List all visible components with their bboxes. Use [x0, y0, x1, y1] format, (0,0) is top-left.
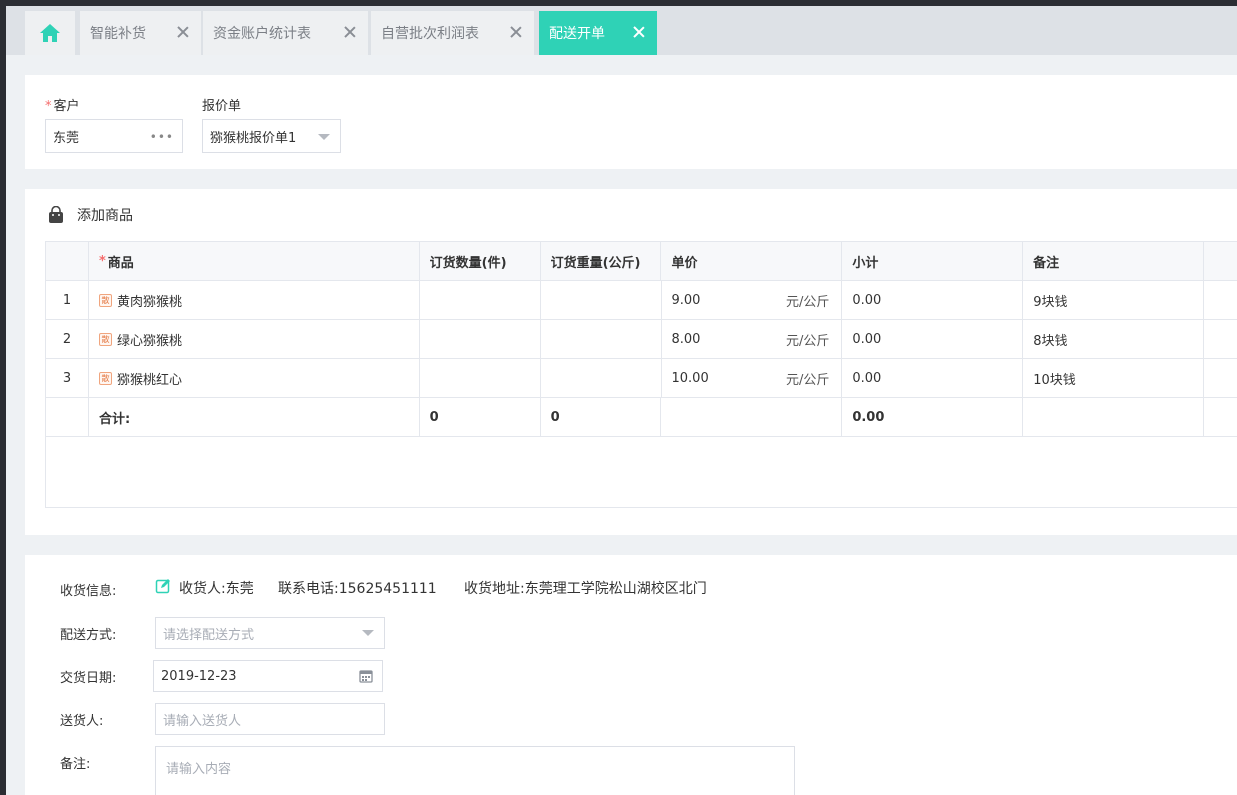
receiver-address: 收货地址:东莞理工学院松山湖校区北门 [464, 581, 707, 597]
tab-smart-restock[interactable]: 智能补货 [80, 11, 201, 55]
price-cell[interactable]: 10.00 元/公斤 [662, 359, 843, 397]
total-weight: 0 [541, 398, 662, 436]
shopping-bag-icon [49, 206, 63, 223]
tab-fund-account-stats[interactable]: 资金账户统计表 [203, 11, 368, 55]
tab-bar: 智能补货 资金账户统计表 自营批次利润表 配送开单 [6, 6, 1237, 55]
close-icon[interactable] [508, 24, 524, 40]
tab-label: 自营批次利润表 [381, 26, 479, 42]
note-cell[interactable]: 8块钱 [1023, 320, 1205, 358]
receiver-name: 收货人:东莞 [179, 581, 254, 597]
col-subtotal: 小计 [842, 242, 1024, 280]
goods-card: 添加商品 * 商品 订货数量(件) 订货重量(公斤) 单价 小计 备注 1 散黄肉… [25, 189, 1237, 535]
chevron-down-icon [318, 134, 330, 140]
courier-input[interactable]: 请输入送货人 [155, 703, 385, 735]
bulk-badge: 散 [98, 332, 112, 346]
customer-label: * 客户 [45, 99, 80, 114]
quote-value: 猕猴桃报价单1 [210, 130, 297, 146]
customer-value: 东莞 [53, 130, 80, 146]
delivery-date-label: 交货日期: [60, 671, 117, 686]
price-cell[interactable]: 9.00 元/公斤 [662, 281, 843, 319]
col-weight: 订货重量(公斤) [541, 242, 662, 280]
quote-label: 报价单 [202, 99, 242, 114]
col-goods: * 商品 [89, 242, 420, 280]
delivery-date-input[interactable]: 2019-12-23 [153, 660, 383, 692]
qty-cell[interactable] [420, 320, 541, 358]
table-row: 2 散绿心猕猴桃 8.00 元/公斤 0.00 8块钱 [46, 320, 1237, 359]
note-label: 备注: [60, 757, 91, 772]
table-row: 1 散黄肉猕猴桃 9.00 元/公斤 0.00 9块钱 [46, 281, 1237, 320]
row-index: 2 [46, 320, 89, 358]
goods-name-cell[interactable]: 散绿心猕猴桃 [89, 320, 420, 358]
weight-cell[interactable] [541, 359, 662, 397]
table-header: * 商品 订货数量(件) 订货重量(公斤) 单价 小计 备注 [46, 242, 1237, 281]
note-cell[interactable]: 9块钱 [1023, 281, 1205, 319]
price-cell[interactable]: 8.00 元/公斤 [662, 320, 843, 358]
delivery-card: 收货信息: 收货人:东莞 联系电话:15625451111 收货地址:东莞理工学… [25, 555, 1237, 795]
goods-table: * 商品 订货数量(件) 订货重量(公斤) 单价 小计 备注 1 散黄肉猕猴桃 9… [45, 241, 1237, 508]
add-goods-title[interactable]: 添加商品 [77, 205, 133, 225]
subtotal-cell: 0.00 [842, 320, 1024, 358]
close-icon[interactable] [342, 24, 358, 40]
subtotal-cell: 0.00 [842, 359, 1024, 397]
row-index: 1 [46, 281, 89, 319]
total-subtotal: 0.00 [842, 398, 1024, 436]
table-empty-area [46, 437, 1237, 507]
total-qty: 0 [420, 398, 541, 436]
main-content: * 客户 东莞 ••• 报价单 猕猴桃报价单1 添加商品 * 商品 订货数量(件) … [6, 55, 1237, 795]
tab-label: 智能补货 [90, 26, 146, 42]
close-icon[interactable] [175, 24, 191, 40]
row-index: 3 [46, 359, 89, 397]
tab-delivery-order[interactable]: 配送开单 [539, 11, 657, 55]
courier-label: 送货人: [60, 714, 104, 729]
subtotal-cell: 0.00 [842, 281, 1024, 319]
more-icon[interactable]: ••• [150, 130, 174, 144]
goods-name-cell[interactable]: 散猕猴桃红心 [89, 359, 420, 397]
tab-label: 配送开单 [549, 26, 605, 42]
total-label: 合计: [89, 398, 420, 436]
qty-cell[interactable] [420, 281, 541, 319]
tab-batch-profit[interactable]: 自营批次利润表 [371, 11, 534, 55]
col-price: 单价 [661, 242, 843, 280]
delivery-method-select[interactable]: 请选择配送方式 [155, 617, 385, 649]
customer-select[interactable]: 东莞 ••• [45, 119, 183, 153]
tab-home[interactable] [25, 11, 75, 55]
edit-icon[interactable] [155, 578, 171, 594]
order-header-card: * 客户 东莞 ••• 报价单 猕猴桃报价单1 [25, 75, 1237, 169]
goods-name-cell[interactable]: 散黄肉猕猴桃 [89, 281, 420, 319]
col-qty: 订货数量(件) [420, 242, 541, 280]
note-cell[interactable]: 10块钱 [1023, 359, 1205, 397]
col-note: 备注 [1023, 242, 1205, 280]
home-icon [40, 24, 60, 42]
calendar-icon[interactable] [359, 669, 373, 683]
bulk-badge: 散 [98, 371, 112, 385]
note-textarea[interactable]: 请输入内容 [155, 746, 795, 795]
weight-cell[interactable] [541, 281, 662, 319]
bulk-badge: 散 [98, 293, 112, 307]
tab-label: 资金账户统计表 [213, 26, 311, 42]
total-row: 合计: 0 0 0.00 [46, 398, 1237, 437]
table-row: 3 散猕猴桃红心 10.00 元/公斤 0.00 10块钱 [46, 359, 1237, 398]
receiver-phone: 联系电话:15625451111 [278, 581, 437, 597]
chevron-down-icon [362, 630, 374, 636]
weight-cell[interactable] [541, 320, 662, 358]
delivery-method-label: 配送方式: [60, 628, 117, 643]
close-icon[interactable] [631, 24, 647, 40]
quote-select[interactable]: 猕猴桃报价单1 [202, 119, 341, 153]
qty-cell[interactable] [420, 359, 541, 397]
receive-info-label: 收货信息: [60, 584, 117, 599]
